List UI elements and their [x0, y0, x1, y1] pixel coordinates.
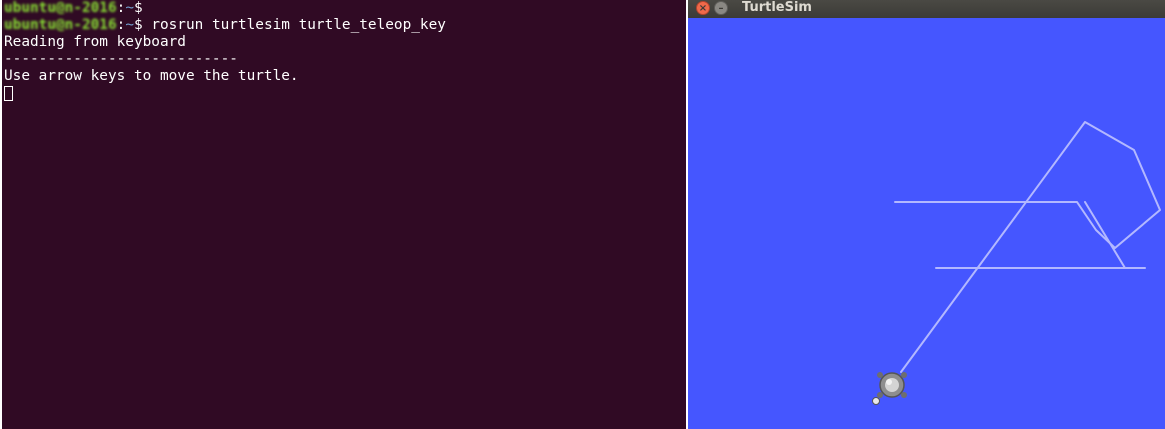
- prompt-path: ~: [125, 17, 134, 33]
- trail-path: [1084, 201, 1126, 269]
- terminal-window[interactable]: ubuntu@n-2016:~$ ubuntu@n-2016:~$ rosrun…: [2, 0, 686, 429]
- turtle-trail: [894, 121, 1161, 373]
- cursor-line: [4, 85, 446, 102]
- output-line-divider: ---------------------------: [4, 51, 238, 67]
- output-line-reading: Reading from keyboard: [4, 34, 186, 50]
- trail-path: [894, 121, 1161, 373]
- window-title: TurtleSim: [742, 0, 812, 15]
- prompt-user: ubuntu@n-2016: [4, 0, 117, 16]
- turtle-canvas: [872, 121, 1161, 405]
- turtle-icon: [872, 372, 907, 405]
- window-titlebar[interactable]: × – TurtleSim: [688, 0, 1165, 18]
- terminal-output: ubuntu@n-2016:~$ ubuntu@n-2016:~$ rosrun…: [4, 0, 446, 102]
- command-text: rosrun turtlesim turtle_teleop_key: [142, 17, 446, 33]
- minimize-button[interactable]: –: [714, 1, 728, 15]
- output-line-instructions: Use arrow keys to move the turtle.: [4, 68, 299, 84]
- turtlesim-window[interactable]: × – TurtleSim: [688, 0, 1165, 429]
- prompt-line-2: ubuntu@n-2016:~$ rosrun turtlesim turtle…: [4, 17, 446, 33]
- close-button[interactable]: ×: [696, 1, 710, 15]
- prompt-sign: $: [133, 0, 143, 16]
- prompt-line-1: ubuntu@n-2016:~$: [4, 0, 143, 16]
- prompt-user: ubuntu@n-2016: [4, 17, 117, 33]
- text-cursor: [4, 86, 13, 101]
- prompt-path: ~: [125, 0, 134, 16]
- prompt-sign: $: [133, 17, 143, 33]
